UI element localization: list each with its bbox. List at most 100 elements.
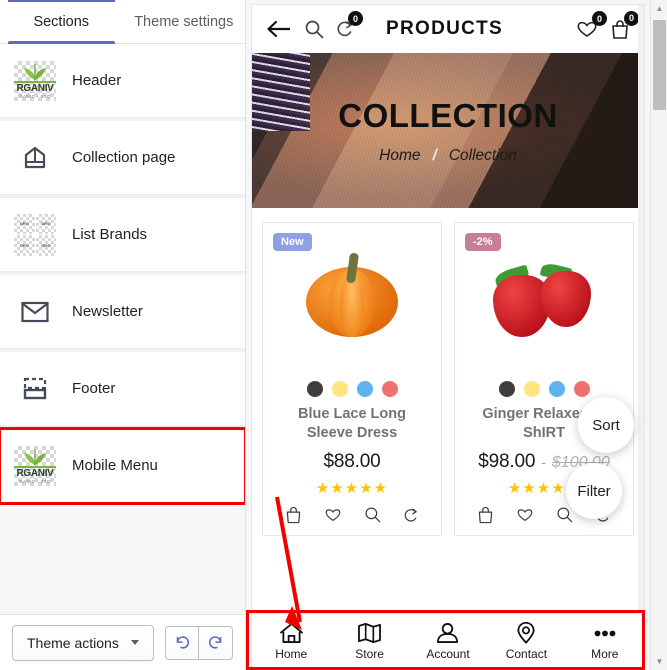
collection-banner: COLLECTION Home / Collection (252, 53, 644, 208)
brand-grid-icon: ORG ORG ORG ORG (14, 213, 56, 256)
sidebar-footer: Theme actions (0, 614, 246, 670)
product-actions (263, 497, 441, 529)
section-divider (0, 503, 246, 506)
breadcrumb-home[interactable]: Home (379, 147, 420, 165)
breadcrumb-current: Collection (448, 146, 517, 164)
redo-icon (208, 635, 221, 649)
leaf-icon (24, 448, 46, 465)
sort-label: Sort (592, 416, 620, 434)
mobile-preview-frame: 0 PRODUCTS 0 0 COLLECTION Home / Collect… (251, 4, 645, 670)
person-icon (437, 623, 459, 643)
wishlist-count-badge: 0 (592, 11, 607, 26)
logo-word: RGANIV (16, 467, 54, 479)
cart-button[interactable]: 0 (610, 10, 639, 40)
swatch-blue[interactable] (548, 381, 565, 397)
tab-active-top-line (8, 0, 115, 2)
sidebar-item-label: Collection page (72, 149, 176, 166)
sidebar-item-header[interactable]: RGANIV GANIC - STO Header (0, 44, 246, 118)
arrow-left-icon (267, 20, 291, 38)
sidebar-item-newsletter[interactable]: Newsletter (0, 275, 246, 349)
quick-view-icon[interactable] (364, 506, 381, 529)
chevron-down-icon (130, 640, 139, 645)
filter-button[interactable]: Filter (566, 463, 622, 519)
map-icon (358, 623, 382, 643)
back-button[interactable] (266, 19, 292, 39)
sidebar-item-label: Footer (72, 380, 116, 397)
scrollbar-thumb[interactable] (653, 20, 666, 110)
collection-tag-icon (14, 137, 56, 179)
compare-count-badge: 0 (348, 11, 364, 26)
tab-theme-settings-label: Theme settings (134, 13, 234, 30)
mobile-menu-item-home[interactable]: Home (252, 622, 330, 661)
product-price: $88.00 (323, 451, 381, 472)
mobile-menu-item-store[interactable]: Store (330, 622, 408, 661)
mobile-menu-item-contact[interactable]: Contact (487, 622, 565, 661)
sidebar-item-collection-page[interactable]: Collection page (0, 121, 246, 195)
mobile-menu-label: More (591, 647, 619, 661)
product-price-row: $88.00 (263, 447, 441, 473)
redo-button[interactable] (199, 625, 234, 660)
swatch-coral[interactable] (381, 381, 398, 397)
window-scrollbar[interactable]: ▲ ▼ (650, 0, 667, 670)
swatch-dark[interactable] (498, 381, 515, 397)
sidebar-item-label: Header (72, 72, 122, 89)
compare-button[interactable]: 0 (336, 11, 364, 39)
wishlist-icon[interactable] (516, 506, 534, 529)
compare-icon[interactable] (403, 506, 419, 529)
search-icon (305, 20, 324, 39)
theme-actions-button[interactable]: Theme actions (12, 624, 154, 661)
theme-preview-panel: 0 PRODUCTS 0 0 COLLECTION Home / Collect… (246, 0, 667, 670)
swatch-yellow[interactable] (331, 381, 348, 397)
undo-icon (176, 635, 190, 649)
sidebar-item-label: Newsletter (72, 303, 143, 320)
tab-sections[interactable]: Sections (0, 0, 123, 44)
house-icon (279, 623, 303, 643)
theme-actions-label: Theme actions (27, 634, 119, 651)
product-card[interactable]: New Blue Lace Long Sleeve Dress $88.00 ★… (262, 222, 443, 536)
swatch-blue[interactable] (356, 381, 373, 397)
scroll-down-arrow[interactable]: ▼ (651, 653, 667, 670)
add-to-cart-icon[interactable] (285, 506, 302, 529)
sections-sidebar: Sections Theme settings RGANIV GANIC - S… (0, 0, 247, 670)
price-separator: - (541, 454, 546, 470)
banner-title: COLLECTION (338, 96, 558, 134)
sort-button[interactable]: Sort (578, 397, 634, 453)
storefront-page-title: PRODUCTS (386, 18, 504, 39)
wishlist-button[interactable]: 0 (576, 11, 607, 39)
product-badge-new: New (273, 233, 312, 251)
ellipsis-icon (594, 630, 616, 637)
product-badge-discount: -2% (465, 233, 501, 251)
sidebar-item-footer[interactable]: Footer (0, 352, 246, 426)
search-button[interactable] (304, 19, 324, 39)
sidebar-item-mobile-menu[interactable]: RGANIV GANIC - STO Mobile Menu (0, 427, 246, 505)
storefront-header: 0 PRODUCTS 0 0 (252, 5, 644, 53)
product-price: $98.00 (478, 451, 536, 472)
theme-editor-app: Sections Theme settings RGANIV GANIC - S… (0, 0, 667, 670)
add-to-cart-icon[interactable] (477, 506, 494, 529)
mobile-menu-item-more[interactable]: More (566, 622, 644, 661)
product-title[interactable]: Blue Lace Long Sleeve Dress (263, 403, 441, 447)
sidebar-item-list-brands[interactable]: ORG ORG ORG ORG List Brands (0, 198, 246, 272)
breadcrumb-separator: / (432, 146, 437, 164)
mobile-menu-item-account[interactable]: Account (409, 622, 487, 661)
sidebar-tabs: Sections Theme settings (0, 0, 246, 44)
history-buttons (165, 625, 234, 660)
mobile-menu-label: Store (355, 647, 384, 661)
mobile-menu-label: Contact (505, 647, 548, 661)
logo-sub: GANIC - STO (19, 478, 51, 484)
sidebar-item-label: Mobile Menu (72, 457, 158, 474)
wishlist-icon[interactable] (324, 506, 342, 529)
swatch-dark[interactable] (306, 381, 323, 397)
swatch-yellow[interactable] (523, 381, 540, 397)
envelope-icon (14, 291, 56, 333)
cart-count-badge: 0 (624, 10, 639, 26)
mobile-menu-label: Home (275, 647, 308, 661)
tab-theme-settings[interactable]: Theme settings (123, 0, 246, 43)
quick-view-icon[interactable] (556, 506, 573, 529)
color-swatches (263, 373, 441, 403)
undo-button[interactable] (165, 625, 200, 660)
swatch-coral[interactable] (573, 381, 590, 397)
logo-sub: GANIC - STO (19, 93, 51, 99)
footer-layout-icon (14, 368, 56, 410)
scroll-up-arrow[interactable]: ▲ (651, 0, 667, 17)
